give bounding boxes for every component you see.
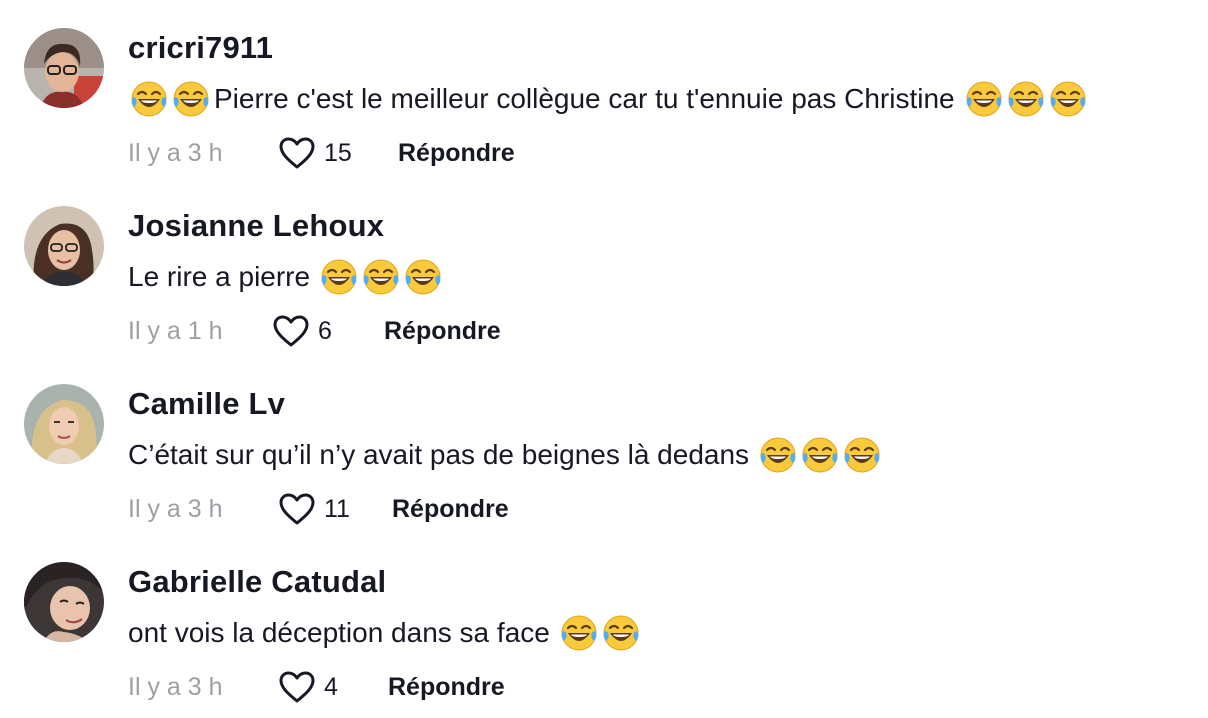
joy-emoji-icon (842, 435, 882, 475)
comment-meta: Il y a 1 h 6 Répondre (128, 314, 501, 348)
emoji-group (318, 257, 444, 297)
comment-item: Josianne Lehoux Le rire a pierre Il y a … (0, 178, 1208, 356)
like-count: 15 (324, 138, 352, 167)
heart-outline-icon (278, 492, 316, 526)
comment-body: C’était sur qu’il n’y avait pas de beign… (128, 439, 750, 470)
joy-emoji-icon (1006, 79, 1046, 119)
like-count: 6 (318, 316, 332, 345)
comment-text: Le rire a pierre (128, 257, 444, 297)
emoji-group (128, 79, 212, 119)
joy-emoji-icon (171, 79, 211, 119)
comment-body: Pierre c'est le meilleur collègue car tu… (214, 83, 955, 114)
joy-emoji-icon (361, 257, 401, 297)
comment-item: Camille Lv C’était sur qu’il n’y avait p… (0, 356, 1208, 534)
comment-text: Pierre c'est le meilleur collègue car tu… (128, 79, 1089, 119)
like-button[interactable]: 4 (278, 670, 388, 704)
comment-text: ont vois la déception dans sa face (128, 613, 642, 653)
reply-button[interactable]: Répondre (388, 673, 505, 702)
comment-text: C’était sur qu’il n’y avait pas de beign… (128, 435, 883, 475)
heart-outline-icon (278, 670, 316, 704)
comment-username[interactable]: cricri7911 (128, 30, 273, 66)
reply-button[interactable]: Répondre (392, 495, 509, 524)
reply-button[interactable]: Répondre (398, 139, 515, 168)
joy-emoji-icon (800, 435, 840, 475)
comment-list: cricri7911 Pierre c'est le meilleur coll… (0, 0, 1208, 718)
reply-button[interactable]: Répondre (384, 317, 501, 346)
comment-meta: Il y a 3 h 11 Répondre (128, 492, 509, 526)
joy-emoji-icon (964, 79, 1004, 119)
like-button[interactable]: 15 (278, 136, 398, 170)
joy-emoji-icon (403, 257, 443, 297)
comment-meta: Il y a 3 h 4 Répondre (128, 670, 505, 704)
like-count: 4 (324, 672, 338, 701)
joy-emoji-icon (758, 435, 798, 475)
comment-username[interactable]: Gabrielle Catudal (128, 564, 386, 600)
emoji-group (757, 435, 883, 475)
like-button[interactable]: 6 (272, 314, 384, 348)
avatar-photo-icon (24, 28, 104, 108)
comment-body: Le rire a pierre (128, 261, 311, 292)
comment-meta: Il y a 3 h 15 Répondre (128, 136, 515, 170)
avatar[interactable] (24, 562, 104, 642)
avatar[interactable] (24, 384, 104, 464)
avatar-photo-icon (24, 562, 104, 642)
comment-username[interactable]: Camille Lv (128, 386, 285, 422)
avatar[interactable] (24, 206, 104, 286)
joy-emoji-icon (1048, 79, 1088, 119)
joy-emoji-icon (601, 613, 641, 653)
avatar-photo-icon (24, 206, 104, 286)
comment-item: Gabrielle Catudal ont vois la déception … (0, 534, 1208, 712)
comment-timestamp: Il y a 1 h (128, 316, 223, 345)
joy-emoji-icon (129, 79, 169, 119)
emoji-group (963, 79, 1089, 119)
avatar-photo-icon (24, 384, 104, 464)
heart-outline-icon (278, 136, 316, 170)
like-button[interactable]: 11 (278, 492, 392, 526)
comment-timestamp: Il y a 3 h (128, 672, 223, 701)
comment-item: cricri7911 Pierre c'est le meilleur coll… (0, 0, 1208, 178)
comment-timestamp: Il y a 3 h (128, 494, 223, 523)
emoji-group (558, 613, 642, 653)
comment-timestamp: Il y a 3 h (128, 138, 223, 167)
joy-emoji-icon (559, 613, 599, 653)
comment-username[interactable]: Josianne Lehoux (128, 208, 384, 244)
like-count: 11 (324, 494, 350, 523)
comment-body: ont vois la déception dans sa face (128, 617, 550, 648)
avatar[interactable] (24, 28, 104, 108)
heart-outline-icon (272, 314, 310, 348)
joy-emoji-icon (319, 257, 359, 297)
